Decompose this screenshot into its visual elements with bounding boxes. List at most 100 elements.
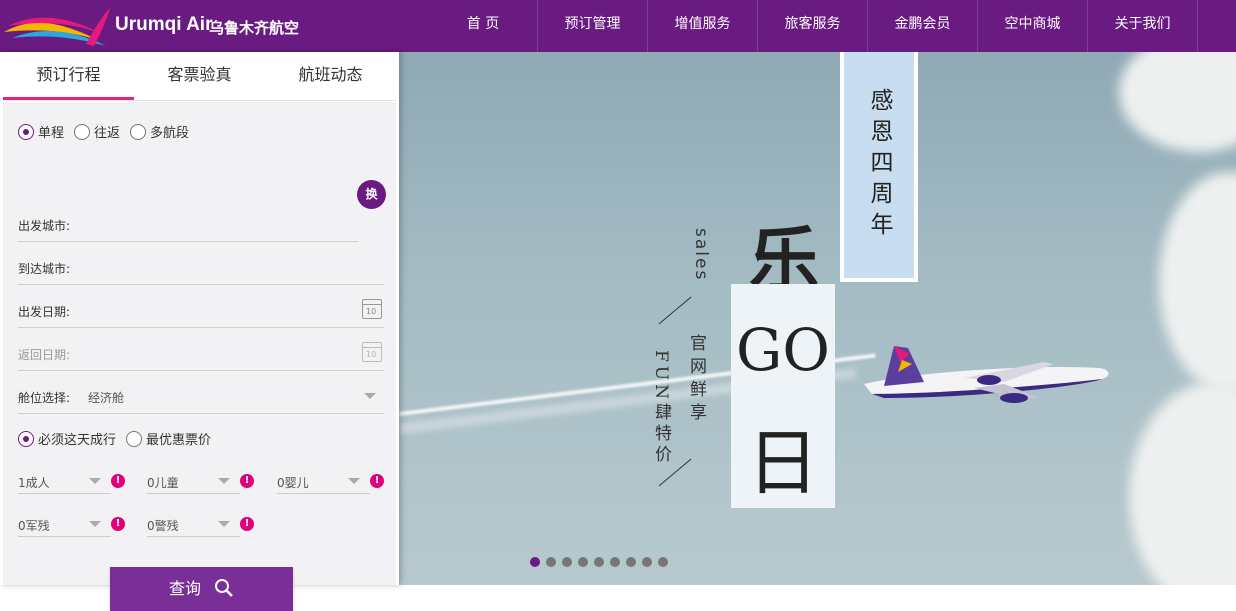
child-count-select[interactable]: 0儿童: [147, 466, 240, 494]
child-info-icon[interactable]: !: [240, 474, 254, 488]
police-count-value: 0警残: [147, 519, 179, 533]
logo-swoosh-icon: [4, 8, 110, 46]
nav-booking-management[interactable]: 预订管理: [538, 0, 648, 52]
booking-panel: 预订行程 客票验真 航班动态 单程 往返 多航段 出发城市: 换 到达城市: 出…: [0, 52, 399, 611]
infant-count-value: 0婴儿: [277, 476, 309, 490]
chevron-down-icon: [89, 521, 101, 527]
nav-membership[interactable]: 金鹏会员: [868, 0, 978, 52]
calendar-day: 10: [366, 307, 377, 316]
chevron-down-icon: [89, 478, 101, 484]
tab-book-trip[interactable]: 预订行程: [3, 52, 134, 100]
top-navbar: Urumqi Air 乌鲁木齐航空 首 页 预订管理 增值服务 旅客服务 金鹏会…: [0, 0, 1236, 52]
calendar-day: 10: [366, 350, 377, 359]
carousel-dot[interactable]: [578, 557, 588, 567]
nav-passenger-services[interactable]: 旅客服务: [758, 0, 868, 52]
nav-home[interactable]: 首 页: [429, 0, 538, 52]
trip-one-way-label: 单程: [38, 126, 65, 141]
swap-cities-button[interactable]: 换: [357, 180, 386, 209]
chevron-down-icon: [218, 478, 230, 484]
nav-about-us[interactable]: 关于我们: [1088, 0, 1198, 52]
trip-multi-option[interactable]: 多航段: [130, 122, 189, 141]
hero-banner[interactable]: 感恩四周年 乐 GO 日 sales 官网鲜享 FUN肆特价: [399, 52, 1236, 585]
return-date-label: 返回日期:: [18, 348, 71, 362]
pref-lowest-fare-radio[interactable]: [126, 430, 143, 447]
slogan-divider: [658, 296, 692, 325]
chevron-down-icon: [218, 521, 230, 527]
chevron-down-icon: [348, 478, 360, 484]
cabin-select[interactable]: 舱位选择: 经济舱: [18, 376, 384, 414]
tab-ticket-verify[interactable]: 客票验真: [134, 52, 265, 100]
adult-count-value: 1成人: [18, 476, 50, 490]
trip-one-way-option[interactable]: 单程: [18, 122, 64, 141]
cabin-label: 舱位选择:: [18, 391, 71, 405]
infant-info-icon[interactable]: !: [370, 474, 384, 488]
banner-slogan-2: FUN肆特价: [651, 350, 671, 466]
banner-slogan-1: 官网鲜享: [686, 334, 706, 426]
booking-tabs: 预订行程 客票验真 航班动态: [3, 52, 396, 101]
calendar-icon[interactable]: 10: [362, 299, 382, 319]
banner-big-go: GO: [736, 316, 830, 384]
trip-round-option[interactable]: 往返: [74, 122, 120, 141]
calendar-icon[interactable]: 10: [362, 342, 382, 362]
military-info-icon[interactable]: !: [111, 517, 125, 531]
trip-round-label: 往返: [94, 126, 121, 141]
carousel-dot[interactable]: [658, 557, 668, 567]
departure-city-field[interactable]: 出发城市:: [18, 204, 358, 242]
banner-big-ri: 日: [746, 421, 819, 505]
carousel-dot[interactable]: [530, 557, 540, 567]
trip-round-radio[interactable]: [74, 123, 91, 140]
police-count-select[interactable]: 0警残: [147, 509, 240, 537]
arrival-city-label: 到达城市:: [18, 262, 71, 276]
banner-vertical-title: 感恩四周年: [866, 87, 892, 243]
airplane-icon: [864, 346, 1109, 403]
brand-logo[interactable]: Urumqi Air 乌鲁木齐航空: [0, 0, 330, 52]
nav-sky-mall[interactable]: 空中商城: [978, 0, 1088, 52]
booking-form: 单程 往返 多航段 出发城市: 换 到达城市: 出发日期: 10 返回日期: 1…: [3, 102, 396, 611]
carousel-dot[interactable]: [642, 557, 652, 567]
cloud-shape: [1159, 172, 1236, 392]
pref-exact-day-radio[interactable]: [18, 430, 34, 447]
brand-name-cn: 乌鲁木齐航空: [209, 19, 300, 37]
trip-type-group: 单程 往返 多航段: [18, 122, 199, 141]
banner-title-frame: 感恩四周年: [840, 52, 918, 282]
pref-exact-day-option[interactable]: 必须这天成行: [18, 429, 116, 448]
search-icon: [215, 579, 233, 597]
search-button-label: 查询: [168, 579, 201, 598]
cabin-value: 经济舱: [88, 391, 125, 405]
banner-sales-text: sales: [691, 228, 711, 282]
pref-exact-day-label: 必须这天成行: [38, 433, 117, 448]
main-nav: 首 页 预订管理 增值服务 旅客服务 金鹏会员 空中商城 关于我们: [429, 0, 1198, 52]
infant-count-select[interactable]: 0婴儿: [277, 466, 370, 494]
police-info-icon[interactable]: !: [240, 517, 254, 531]
carousel-dot[interactable]: [562, 557, 572, 567]
pref-lowest-fare-option[interactable]: 最优惠票价: [126, 429, 211, 448]
child-count-value: 0儿童: [147, 476, 179, 490]
brand-name-en: Urumqi Air: [115, 14, 213, 35]
chevron-down-icon: [364, 393, 376, 399]
trip-one-way-radio[interactable]: [18, 123, 34, 140]
cloud-shape: [1119, 52, 1236, 152]
tab-flight-status[interactable]: 航班动态: [265, 52, 396, 100]
preference-group: 必须这天成行 最优惠票价: [18, 429, 221, 448]
carousel-dot[interactable]: [610, 557, 620, 567]
trip-multi-radio[interactable]: [130, 123, 147, 140]
adult-count-select[interactable]: 1成人: [18, 466, 111, 494]
carousel-dot[interactable]: [626, 557, 636, 567]
arrival-city-field[interactable]: 到达城市:: [18, 247, 384, 285]
search-button[interactable]: 查询: [110, 567, 293, 611]
departure-date-label: 出发日期:: [18, 305, 71, 319]
military-count-select[interactable]: 0军残: [18, 509, 111, 537]
carousel-dots: [530, 557, 674, 567]
return-date-field[interactable]: 返回日期: 10: [18, 333, 384, 371]
departure-date-field[interactable]: 出发日期: 10: [18, 290, 384, 328]
military-count-value: 0军残: [18, 519, 50, 533]
cloud-shape: [1129, 382, 1236, 585]
trip-multi-label: 多航段: [150, 126, 190, 141]
carousel-dot[interactable]: [546, 557, 556, 567]
carousel-dot[interactable]: [594, 557, 604, 567]
departure-city-label: 出发城市:: [18, 219, 71, 233]
nav-value-added-services[interactable]: 增值服务: [648, 0, 758, 52]
pref-lowest-fare-label: 最优惠票价: [146, 433, 212, 448]
adult-info-icon[interactable]: !: [111, 474, 125, 488]
banner-go-box: GO 日: [731, 284, 835, 508]
